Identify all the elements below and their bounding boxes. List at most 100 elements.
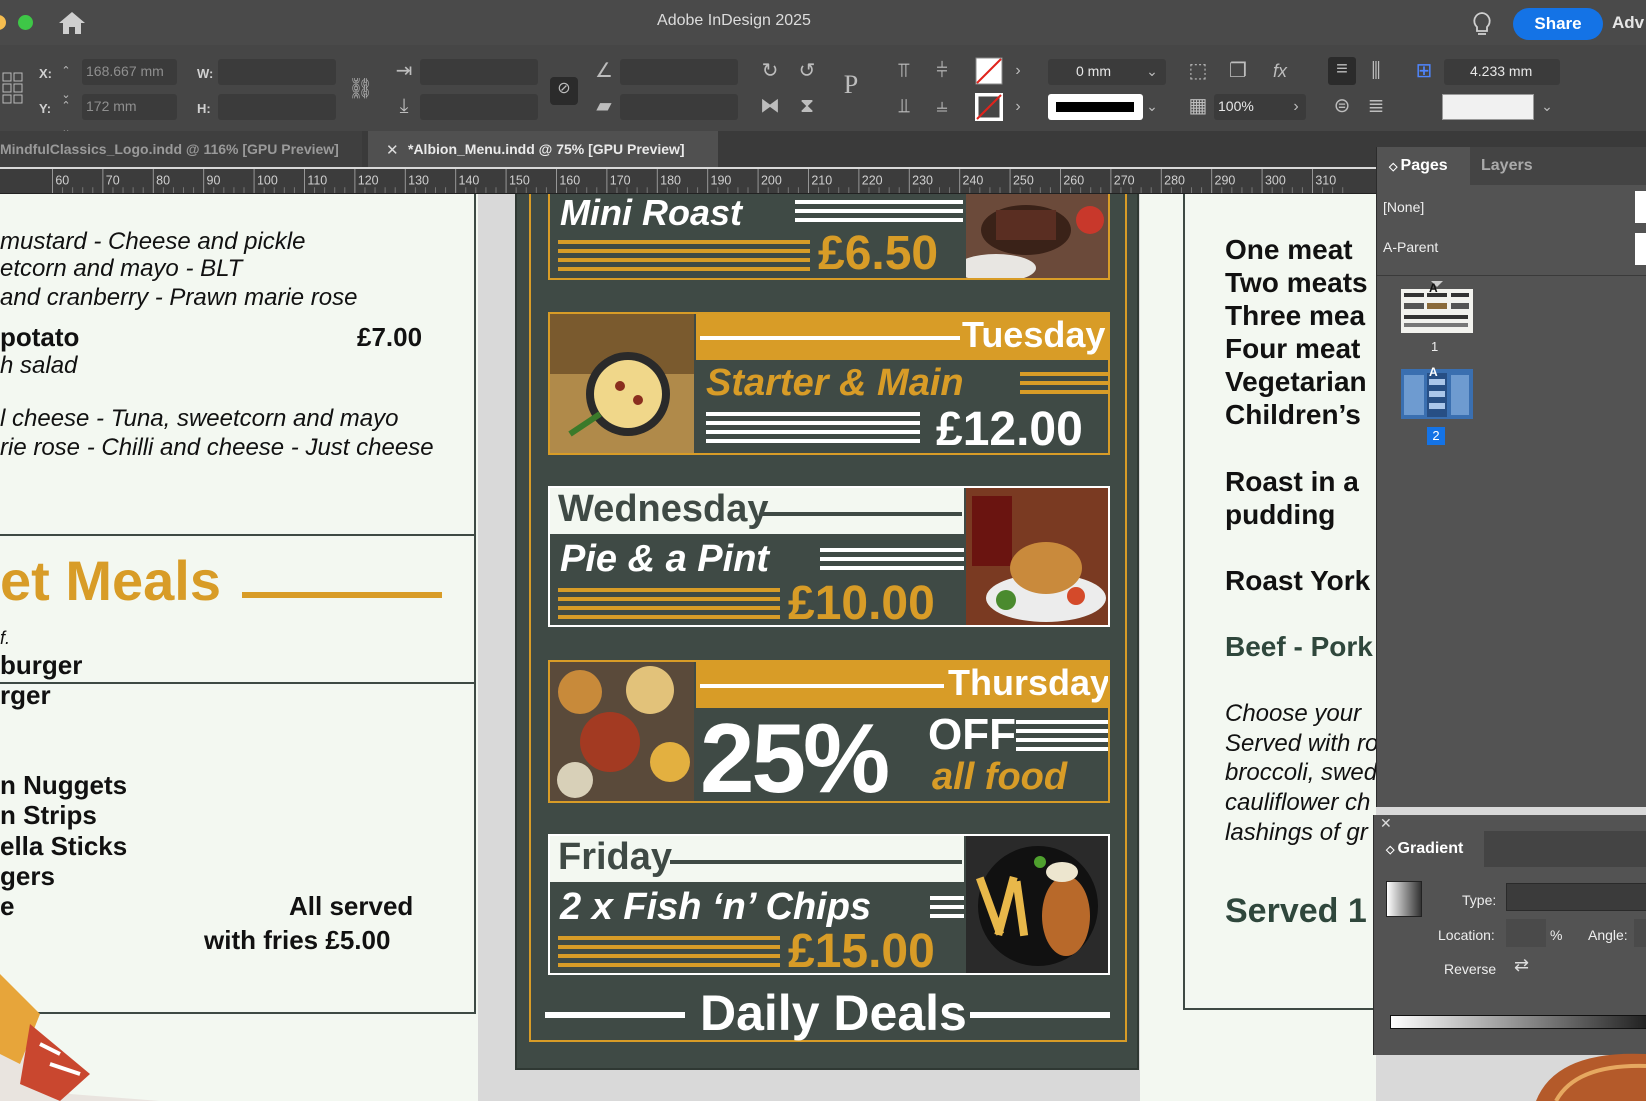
parent-none-thumb[interactable]	[1635, 191, 1646, 223]
served-heading: Served 1	[1225, 892, 1367, 930]
scale-x-field[interactable]	[420, 59, 538, 85]
deal-rule	[795, 209, 963, 213]
ruler-label: 250	[1013, 173, 1034, 187]
deal-rule	[558, 606, 780, 610]
tab-mindfulclassics-logo[interactable]: MindfulClassics_Logo.indd @ 116% [GPU Pr…	[0, 131, 362, 167]
meal-item: ella Sticks	[0, 831, 128, 861]
auto-fit-icon[interactable]: ⊜	[1328, 94, 1356, 118]
rotation-angle-field[interactable]	[620, 59, 738, 85]
stroke-type-swatch[interactable]	[1048, 94, 1143, 120]
deal-wednesday[interactable]: Wednesday Pie & a Pint £10.00	[548, 486, 1110, 627]
paragraph-icon[interactable]: P	[834, 72, 868, 98]
tab-gradient[interactable]: ◇ Gradient	[1374, 831, 1484, 867]
opacity-arrow-icon[interactable]: ›	[1286, 95, 1306, 119]
parent-a[interactable]: A-Parent	[1383, 239, 1438, 255]
deal-rule	[558, 597, 780, 601]
served-note: All served	[289, 891, 414, 921]
ruler-label: 270	[1114, 173, 1135, 187]
ruler-label: 200	[761, 173, 782, 187]
deal-price: £6.50	[818, 227, 939, 280]
deal-rule	[820, 557, 964, 561]
meal-item: n Strips	[0, 800, 97, 830]
frame-fitting-icon[interactable]: ⬚	[1186, 59, 1210, 83]
close-tab-icon[interactable]: ✕	[386, 141, 399, 159]
effects-icon[interactable]: fx	[1266, 59, 1294, 83]
frame-style-dropdown-icon[interactable]: ⌄	[1536, 94, 1558, 118]
align-center-icon[interactable]: ≣	[1364, 94, 1388, 118]
text-wrap-icon[interactable]: ≡	[1328, 57, 1356, 85]
gradient-type-select[interactable]	[1506, 883, 1646, 911]
stroke-none-icon[interactable]	[975, 93, 1003, 121]
deal-day: Wednesday	[558, 488, 769, 530]
spacing-icon[interactable]: ⊞	[1410, 59, 1438, 83]
deal-rule	[706, 421, 920, 425]
share-button[interactable]: Share	[1513, 8, 1603, 40]
fill-none-icon[interactable]	[975, 57, 1003, 85]
parent-a-thumb[interactable]	[1635, 233, 1646, 265]
horizontal-ruler[interactable]: 60 70 80 90 100 110 120 130 140 150 160 170 180 190 20…	[0, 169, 1376, 194]
stroke-menu-arrow-icon[interactable]: ›	[1008, 95, 1028, 119]
lightbulb-icon[interactable]	[1470, 10, 1494, 38]
link-icon[interactable]: ⊘	[550, 77, 578, 105]
tab-albion-menu[interactable]: *Albion_Menu.indd @ 75% [GPU Preview]	[368, 131, 718, 167]
ruler-label: 290	[1215, 173, 1236, 187]
page-1-number[interactable]: 1	[1431, 339, 1438, 354]
flip-horizontal-icon[interactable]: ⧓	[758, 94, 782, 118]
frame-style-swatch[interactable]	[1442, 94, 1534, 120]
y-position-field[interactable]: 172 mm	[82, 94, 177, 120]
deal-day: Friday	[558, 836, 673, 878]
advanced-workspace-label[interactable]: Adv	[1612, 13, 1644, 33]
deal-rule	[795, 200, 963, 204]
deal-thursday[interactable]: Thursday 25% OFF all food	[548, 660, 1110, 803]
align-bottom-icon[interactable]: ⫫	[892, 94, 916, 118]
page-2-number[interactable]: 2	[1427, 427, 1445, 445]
drop-shadow-icon[interactable]: ❐	[1226, 59, 1250, 83]
stroke-weight-dropdown-icon[interactable]: ⌄	[1142, 59, 1162, 83]
deal-rule	[930, 905, 964, 909]
rotate-cw-icon[interactable]: ↻	[758, 59, 782, 83]
roast-option: Four meat	[1225, 333, 1361, 364]
align-icon[interactable]: ⫪	[892, 59, 916, 83]
column-icon[interactable]: ⫼	[1364, 59, 1388, 83]
pages-panel: ◇ Pages Layers [None] A-Parent A 1 A 2	[1376, 147, 1646, 807]
gradient-pct-label: %	[1550, 927, 1563, 943]
gradient-ramp[interactable]	[1390, 1015, 1646, 1029]
deal-friday[interactable]: Friday 2 x Fish ‘n’ Chips £15.00	[548, 834, 1110, 975]
stroke-type-dropdown-icon[interactable]: ⌄	[1142, 94, 1162, 118]
constrain-proportions-icon[interactable]: ⛓	[348, 77, 373, 101]
width-field[interactable]	[218, 59, 336, 85]
scale-y-field[interactable]	[420, 94, 538, 120]
deal-tuesday[interactable]: Tuesday Starter & Main £12.00	[548, 312, 1110, 455]
ruler-label: 110	[307, 173, 327, 187]
ruler-label: 60	[55, 173, 69, 187]
gradient-swatch[interactable]	[1386, 881, 1422, 917]
tab-pages[interactable]: ◇ Pages	[1389, 147, 1448, 185]
scale-y-icon[interactable]: ⤓	[392, 94, 416, 118]
pie-crust-image	[1536, 1053, 1646, 1101]
deal-rule	[706, 430, 920, 434]
rotation-angle-icon: ∠	[595, 60, 613, 82]
scale-x-icon[interactable]: ⇥	[392, 59, 416, 83]
tab-layers[interactable]: Layers	[1481, 147, 1533, 185]
fill-menu-arrow-icon[interactable]: ›	[1008, 59, 1028, 83]
starter-soup-image	[550, 314, 694, 453]
rotate-ccw-icon[interactable]: ↺	[795, 59, 819, 83]
deal-rule	[558, 588, 780, 592]
close-panel-icon[interactable]: ✕	[1380, 815, 1392, 832]
gradient-angle-label: Angle:	[1588, 927, 1628, 943]
gradient-angle-field[interactable]	[1634, 919, 1646, 947]
distribute-icon[interactable]: ⫩	[930, 59, 954, 83]
reverse-gradient-icon[interactable]: ⇄	[1514, 955, 1529, 976]
spacing-field[interactable]: 4.233 mm	[1444, 59, 1560, 85]
flip-vertical-icon[interactable]: ⧗	[795, 94, 819, 118]
reference-point-icon[interactable]	[2, 71, 24, 105]
distribute-bottom-icon[interactable]: ⫨	[930, 94, 954, 118]
gradient-location-field[interactable]	[1506, 919, 1546, 947]
height-field[interactable]	[218, 94, 336, 120]
deal-title: Pie & a Pint	[560, 538, 770, 580]
shear-angle-field[interactable]	[620, 94, 738, 120]
deal-mini-roast[interactable]: Mini Roast £6.50	[548, 194, 1110, 280]
parent-none[interactable]: [None]	[1383, 199, 1424, 215]
x-position-field[interactable]: 168.667 mm	[82, 59, 177, 85]
menu-line: and cranberry - Prawn marie rose	[0, 284, 358, 311]
